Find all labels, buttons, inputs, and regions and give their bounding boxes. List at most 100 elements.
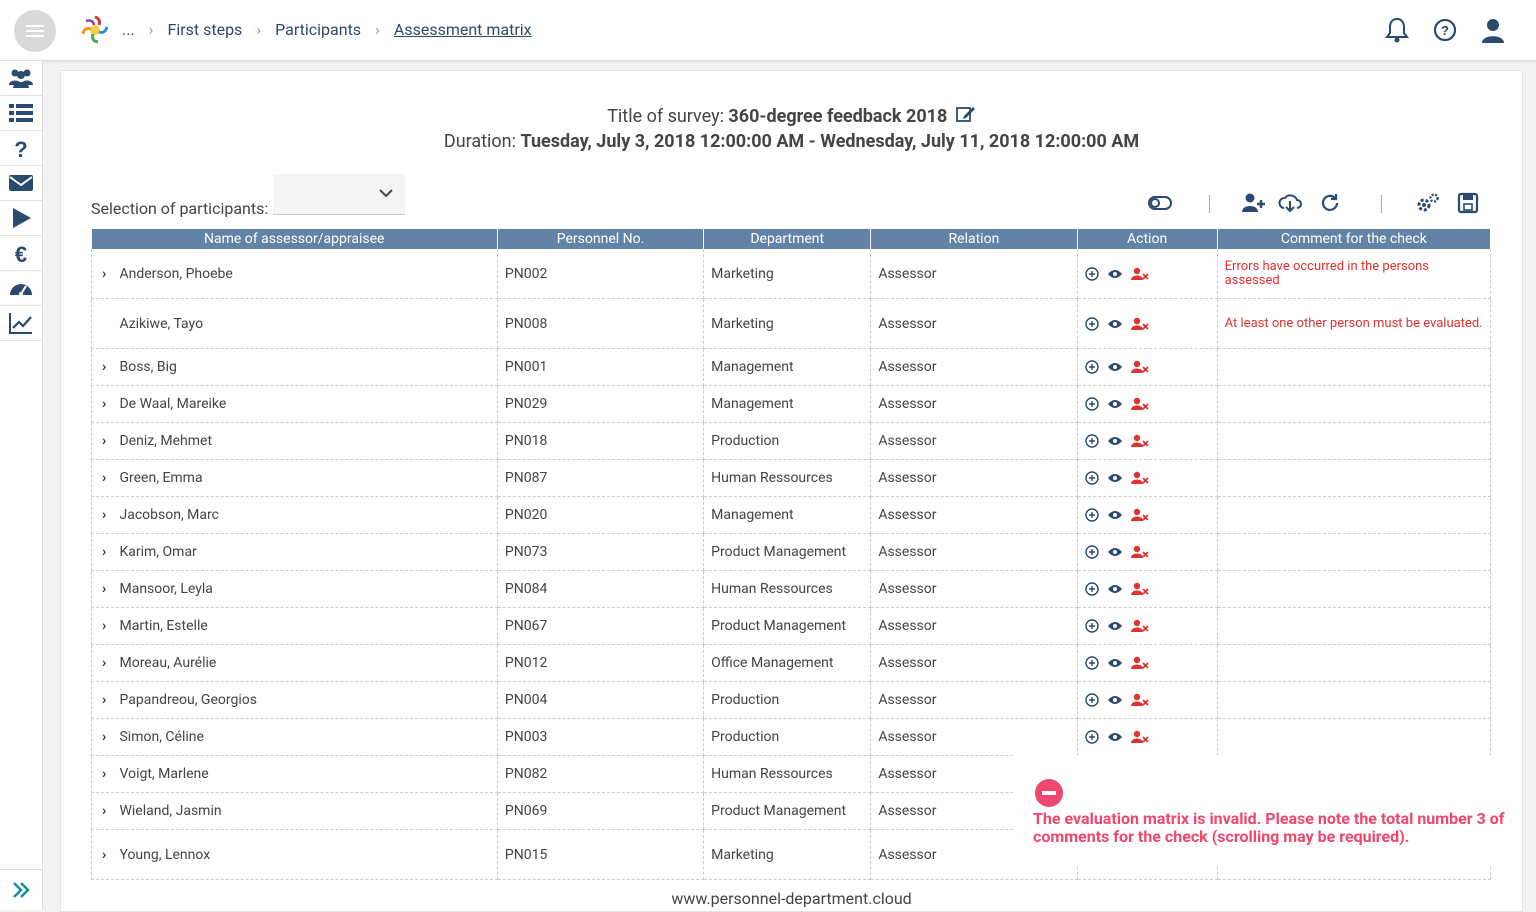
chevron-right-icon[interactable]: › bbox=[102, 618, 116, 634]
column-header-relation[interactable]: Relation bbox=[870, 229, 1078, 249]
column-header-name[interactable]: Name of assessor/appraisee bbox=[91, 229, 498, 249]
column-header-personnel-no[interactable]: Personnel No. bbox=[497, 229, 705, 249]
table-row[interactable]: › Moreau, Aurélie PN012 Office Management A… bbox=[91, 644, 1492, 682]
eye-icon[interactable] bbox=[1107, 509, 1123, 521]
sidebar-item-mail[interactable] bbox=[0, 166, 42, 201]
eye-icon[interactable] bbox=[1107, 546, 1123, 558]
eye-icon[interactable] bbox=[1107, 583, 1123, 595]
add-circle-icon[interactable] bbox=[1084, 545, 1099, 559]
remove-user-icon[interactable] bbox=[1130, 397, 1149, 411]
remove-user-icon[interactable] bbox=[1130, 656, 1149, 670]
table-row[interactable]: › Green, Emma PN087 Human Ressources Assess… bbox=[91, 459, 1492, 497]
eye-icon[interactable] bbox=[1107, 318, 1123, 330]
add-circle-icon[interactable] bbox=[1084, 471, 1099, 485]
add-circle-icon[interactable] bbox=[1084, 397, 1099, 411]
error-toast[interactable]: The evaluation matrix is invalid. Please… bbox=[1013, 755, 1521, 865]
chevron-right-icon[interactable]: › bbox=[102, 766, 116, 782]
table-row[interactable]: › Deniz, Mehmet PN018 Production Assessor bbox=[91, 422, 1492, 460]
table-row[interactable]: › Martin, Estelle PN067 Product Management… bbox=[91, 607, 1492, 645]
eye-icon[interactable] bbox=[1107, 398, 1123, 410]
add-circle-icon[interactable] bbox=[1084, 434, 1099, 448]
remove-user-icon[interactable] bbox=[1130, 267, 1149, 281]
chevron-right-icon[interactable]: › bbox=[102, 692, 116, 708]
table-row[interactable]: › Mansoor, Leyla PN084 Human Ressources Ass… bbox=[91, 570, 1492, 608]
chevron-right-icon[interactable]: › bbox=[102, 433, 116, 449]
chevron-right-icon[interactable]: › bbox=[102, 266, 116, 282]
remove-user-icon[interactable] bbox=[1130, 693, 1149, 707]
column-header-action[interactable]: Action bbox=[1077, 229, 1218, 249]
help-icon[interactable]: ? bbox=[1432, 16, 1458, 44]
toggle-icon[interactable] bbox=[1147, 191, 1173, 215]
add-circle-icon[interactable] bbox=[1084, 317, 1099, 331]
eye-icon[interactable] bbox=[1107, 361, 1123, 373]
app-logo[interactable] bbox=[78, 13, 112, 47]
add-circle-icon[interactable] bbox=[1084, 619, 1099, 633]
chevron-right-icon[interactable]: › bbox=[102, 470, 116, 486]
add-circle-icon[interactable] bbox=[1084, 360, 1099, 374]
sidebar-item-questions[interactable]: ? bbox=[0, 131, 42, 166]
table-row[interactable]: › Anderson, Phoebe PN002 Marketing Assessor… bbox=[91, 249, 1492, 299]
eye-icon[interactable] bbox=[1107, 435, 1123, 447]
add-circle-icon[interactable] bbox=[1084, 582, 1099, 596]
chevron-right-icon[interactable]: › bbox=[102, 581, 116, 597]
sidebar-expand-button[interactable] bbox=[0, 869, 42, 910]
table-row[interactable]: › Karim, Omar PN073 Product Management Asse… bbox=[91, 533, 1492, 571]
user-icon[interactable] bbox=[1480, 16, 1506, 44]
remove-user-icon[interactable] bbox=[1130, 317, 1149, 331]
add-circle-icon[interactable] bbox=[1084, 730, 1099, 744]
eye-icon[interactable] bbox=[1107, 731, 1123, 743]
add-user-icon[interactable] bbox=[1241, 191, 1267, 215]
remove-user-icon[interactable] bbox=[1130, 471, 1149, 485]
add-circle-icon[interactable] bbox=[1084, 267, 1099, 281]
edit-icon[interactable] bbox=[955, 105, 976, 123]
remove-user-icon[interactable] bbox=[1130, 545, 1149, 559]
save-icon[interactable] bbox=[1455, 191, 1481, 215]
remove-user-icon[interactable] bbox=[1130, 508, 1149, 522]
eye-icon[interactable] bbox=[1107, 694, 1123, 706]
table-row[interactable]: › Simon, Céline PN003 Production Assessor bbox=[91, 718, 1492, 756]
table-row[interactable]: › De Waal, Mareike PN029 Management Assesso… bbox=[91, 385, 1492, 423]
remove-user-icon[interactable] bbox=[1130, 360, 1149, 374]
sidebar-item-start[interactable] bbox=[0, 201, 42, 236]
sidebar-item-dashboard[interactable] bbox=[0, 271, 42, 306]
table-row[interactable]: › Papandreou, Georgios PN004 Production Ass… bbox=[91, 681, 1492, 719]
chevron-right-icon[interactable]: › bbox=[102, 655, 116, 671]
remove-user-icon[interactable] bbox=[1130, 730, 1149, 744]
chevron-right-icon[interactable]: › bbox=[102, 507, 116, 523]
table-row[interactable]: › Jacobson, Marc PN020 Management Assessor bbox=[91, 496, 1492, 534]
table-row[interactable]: Azikiwe, Tayo PN008 Marketing Assessor At le… bbox=[91, 298, 1492, 349]
remove-user-icon[interactable] bbox=[1130, 619, 1149, 633]
chevron-right-icon[interactable]: › bbox=[102, 729, 116, 745]
column-header-comment[interactable]: Comment for the check bbox=[1217, 229, 1492, 249]
breadcrumb-first-steps[interactable]: First steps bbox=[167, 20, 242, 39]
add-circle-icon[interactable] bbox=[1084, 656, 1099, 670]
bell-icon[interactable] bbox=[1384, 16, 1410, 44]
sidebar-item-list[interactable] bbox=[0, 96, 42, 131]
eye-icon[interactable] bbox=[1107, 268, 1123, 280]
breadcrumb-participants[interactable]: Participants bbox=[275, 20, 361, 39]
settings-icon[interactable] bbox=[1415, 191, 1441, 215]
sidebar-item-costs[interactable]: € bbox=[0, 236, 42, 271]
refresh-icon[interactable] bbox=[1317, 191, 1343, 215]
chevron-right-icon[interactable]: › bbox=[102, 544, 116, 560]
remove-user-icon[interactable] bbox=[1130, 582, 1149, 596]
eye-icon[interactable] bbox=[1107, 657, 1123, 669]
chevron-right-icon[interactable]: › bbox=[102, 803, 116, 819]
breadcrumb-ellipsis[interactable]: ... bbox=[122, 20, 135, 39]
chevron-right-icon[interactable]: › bbox=[102, 359, 116, 375]
cloud-download-icon[interactable] bbox=[1277, 191, 1303, 215]
sidebar-item-participants[interactable] bbox=[0, 61, 42, 96]
column-header-department[interactable]: Department bbox=[703, 229, 872, 249]
chevron-right-icon[interactable]: › bbox=[102, 396, 116, 412]
add-circle-icon[interactable] bbox=[1084, 508, 1099, 522]
menu-button[interactable] bbox=[14, 10, 56, 52]
breadcrumb-assessment-matrix[interactable]: Assessment matrix bbox=[394, 20, 532, 39]
remove-user-icon[interactable] bbox=[1130, 434, 1149, 448]
footer-link[interactable]: www.personnel-department.cloud bbox=[61, 889, 1522, 908]
table-row[interactable]: › Boss, Big PN001 Management Assessor bbox=[91, 348, 1492, 386]
eye-icon[interactable] bbox=[1107, 472, 1123, 484]
chevron-right-icon[interactable]: › bbox=[102, 847, 116, 863]
add-circle-icon[interactable] bbox=[1084, 693, 1099, 707]
eye-icon[interactable] bbox=[1107, 620, 1123, 632]
sidebar-item-analytics[interactable] bbox=[0, 306, 42, 341]
